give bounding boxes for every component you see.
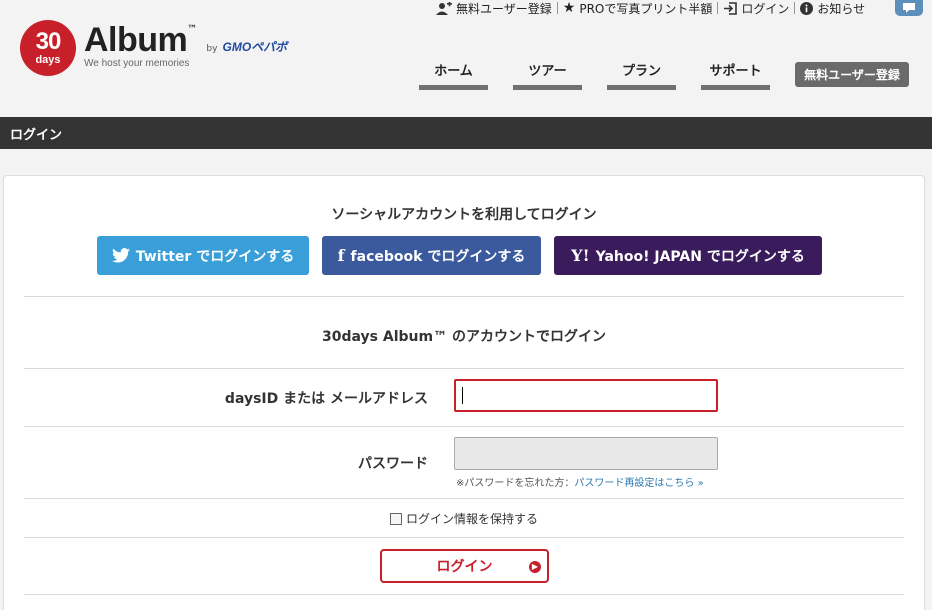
- utility-news-label: お知らせ: [817, 1, 866, 16]
- nav-item-home[interactable]: ホーム: [419, 60, 488, 90]
- divider: [24, 368, 904, 369]
- text-caret: [462, 387, 463, 404]
- nav-item-tour[interactable]: ツアー: [513, 60, 582, 90]
- utility-login-link[interactable]: ログイン: [723, 0, 789, 17]
- password-field-label: パスワード: [358, 456, 428, 472]
- divider: [24, 296, 904, 297]
- facebook-login-label: facebook でログインする: [350, 248, 526, 265]
- nav-item-support[interactable]: サポート: [701, 60, 770, 90]
- logo-wordmark: Album™ by GMOペパボ We host your memories: [84, 21, 288, 69]
- info-icon: [800, 1, 814, 15]
- feedback-button[interactable]: [895, 0, 923, 16]
- divider: [24, 426, 904, 427]
- page-title: ログイン: [0, 117, 932, 149]
- twitter-login-label: Twitter でログインする: [135, 248, 295, 265]
- logo-tagline: We host your memories: [84, 58, 190, 69]
- login-panel: ソーシャルアカウントを利用してログイン Twitter でログインする f fa…: [3, 175, 925, 610]
- forgot-password-note: ※パスワードを忘れた方：パスワード再設定はこちら »: [456, 474, 704, 489]
- yahoo-login-button[interactable]: Y! Yahoo! JAPAN でログインする: [554, 236, 822, 275]
- logo-gmo: GMOペパボ: [222, 40, 288, 54]
- logo-trademark: ™: [187, 24, 198, 35]
- logo-days: days: [35, 54, 61, 66]
- chevron-right-icon: ▶: [529, 561, 541, 573]
- divider: [556, 2, 558, 14]
- id-field-label: daysID または メールアドレス: [224, 391, 428, 407]
- remember-label[interactable]: ログイン情報を保持する: [406, 510, 538, 527]
- utility-bar: 無料ユーザー登録 ★ PROで写真プリント半額 ログイン お知らせ: [436, 0, 865, 16]
- logo-by: by: [206, 44, 218, 54]
- remember-checkbox[interactable]: [389, 512, 402, 525]
- divider: [24, 594, 904, 595]
- site-logo[interactable]: 30 days Album™ by GMOペパボ We host your me…: [20, 20, 287, 76]
- login-button-label: ログイン: [436, 559, 493, 575]
- star-icon: ★: [562, 0, 576, 16]
- utility-login-label: ログイン: [741, 1, 790, 16]
- signup-button[interactable]: 無料ユーザー登録: [795, 62, 909, 87]
- forgot-password-prefix: ※パスワードを忘れた方：: [456, 478, 575, 489]
- logo-badge: 30 days: [20, 20, 76, 76]
- password-input[interactable]: [454, 437, 718, 470]
- yahoo-login-label: Yahoo! JAPAN でログインする: [595, 248, 805, 265]
- twitter-icon: [111, 248, 130, 263]
- utility-pro-print-label: PROで写真プリント半額: [579, 1, 713, 16]
- speech-bubble-icon: [903, 3, 915, 13]
- divider: [24, 498, 904, 499]
- utility-signup-link[interactable]: 無料ユーザー登録: [436, 0, 552, 17]
- social-login-heading: ソーシャルアカウントを利用してログイン: [331, 207, 597, 223]
- id-input[interactable]: [454, 379, 718, 412]
- facebook-login-button[interactable]: f facebook でログインする: [322, 236, 541, 275]
- logo-album: Album: [84, 21, 188, 59]
- reset-password-link[interactable]: パスワード再設定はこちら »: [574, 478, 703, 489]
- main-nav: ホーム ツアー プラン サポート: [419, 60, 795, 90]
- divider: [794, 2, 796, 14]
- divider: [717, 2, 719, 14]
- utility-signup-label: 無料ユーザー登録: [456, 1, 552, 16]
- logo-number: 30: [35, 28, 62, 55]
- facebook-icon: f: [337, 246, 345, 265]
- twitter-login-button[interactable]: Twitter でログインする: [97, 236, 309, 275]
- utility-pro-print-link[interactable]: ★ PROで写真プリント半額: [563, 0, 713, 17]
- utility-news-link[interactable]: お知らせ: [800, 0, 865, 17]
- nav-item-plan[interactable]: プラン: [607, 60, 676, 90]
- yahoo-icon: Y!: [571, 246, 590, 265]
- login-icon: [724, 1, 738, 15]
- account-login-heading: 30days Album™ のアカウントでログイン: [322, 329, 606, 345]
- login-button[interactable]: ログイン ▶: [380, 549, 549, 583]
- add-user-icon: [436, 1, 452, 15]
- remember-me: ログイン情報を保持する: [4, 510, 924, 527]
- divider: [24, 537, 904, 538]
